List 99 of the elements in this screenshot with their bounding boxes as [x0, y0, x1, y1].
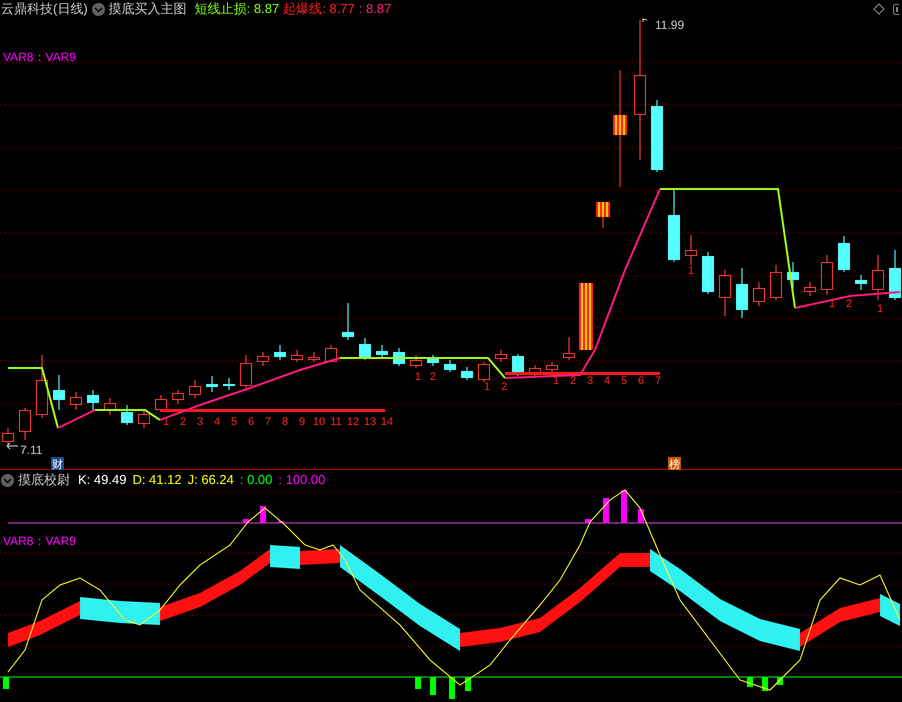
- candlestick: [308, 352, 320, 362]
- event-badge[interactable]: 财: [51, 457, 64, 470]
- candlestick: [685, 234, 697, 266]
- count-label: 6: [248, 416, 254, 428]
- breakout-line: [58, 409, 96, 429]
- low-marker-icon: [6, 442, 18, 450]
- candlestick: [804, 282, 816, 296]
- count-label: 7: [264, 416, 272, 428]
- count-label: 3: [196, 416, 204, 428]
- candlestick: [36, 354, 48, 418]
- stop-loss-line: [8, 367, 59, 428]
- candlestick: [702, 252, 714, 294]
- high-price-label: 11.99: [655, 18, 684, 32]
- high-marker-icon: [642, 18, 648, 22]
- indicator-value: J: 66.24: [188, 471, 234, 490]
- count-label: 1: [162, 416, 170, 428]
- candlestick: [121, 404, 133, 426]
- count-label: 5: [230, 416, 238, 428]
- candlestick: [257, 352, 269, 366]
- count-label: 1: [414, 371, 422, 383]
- candlestick: [427, 354, 439, 366]
- count-label: 11: [330, 416, 342, 428]
- candlestick: [478, 362, 490, 382]
- count-label: 2: [180, 416, 186, 428]
- candlestick: [855, 274, 867, 290]
- candlestick: [872, 254, 884, 300]
- candlestick: [104, 398, 116, 416]
- count-label: 13: [364, 416, 376, 428]
- candlestick: [461, 366, 473, 380]
- count-label: 1: [876, 303, 884, 315]
- count-label: 1: [688, 265, 694, 277]
- stock-title: 云鼎科技(日线): [1, 0, 88, 18]
- candlestick: [410, 354, 422, 368]
- count-label: 3: [586, 375, 594, 387]
- candlestick: [838, 236, 850, 272]
- count-label: 2: [570, 375, 576, 387]
- candlestick: [240, 354, 252, 388]
- indicator-value: D: 41.12: [132, 471, 182, 490]
- count-label: 10: [312, 416, 326, 428]
- count-label: 4: [214, 416, 220, 428]
- dropdown-icon[interactable]: [92, 2, 105, 16]
- candlestick: [206, 376, 218, 392]
- count-label: 4: [604, 375, 610, 387]
- count-label: 7: [654, 375, 662, 387]
- candlestick: [770, 264, 782, 300]
- count-label: 6: [638, 375, 644, 387]
- candlestick: [579, 282, 593, 350]
- indicator-name: 摸底校尉: [18, 471, 70, 490]
- candlestick: [596, 202, 610, 228]
- count-label: 1: [484, 381, 490, 393]
- candlestick: [736, 268, 748, 318]
- candlestick: [2, 428, 14, 446]
- candlestick: [889, 250, 901, 300]
- candlestick: [821, 254, 833, 296]
- indicator-value: : 8.87: [358, 0, 392, 18]
- candlestick: [342, 302, 354, 340]
- candlestick: [563, 336, 575, 360]
- candlestick: [70, 392, 82, 410]
- candlestick: [546, 362, 558, 374]
- count-label: 1: [828, 298, 836, 310]
- count-label: 14: [380, 416, 394, 428]
- candlestick: [87, 390, 99, 412]
- candlestick: [19, 408, 31, 440]
- count-label: 12: [346, 416, 360, 428]
- indicator-value: 起爆线: 8.77: [283, 0, 355, 18]
- indicator-value: : 100.00: [278, 471, 326, 490]
- dropdown-icon[interactable]: [1, 474, 14, 486]
- count-label: 5: [620, 375, 628, 387]
- legend-label: VAR8：VAR9: [3, 534, 76, 548]
- candlestick: [393, 348, 405, 366]
- stop-loss-line: [95, 409, 161, 421]
- legend-label: VAR8：VAR9: [3, 50, 76, 64]
- candlestick: [223, 378, 235, 390]
- candlestick: [376, 344, 388, 358]
- diamond-icon[interactable]: [873, 3, 885, 15]
- count-label: 2: [430, 371, 436, 383]
- count-label: 2: [846, 298, 852, 310]
- count-label: 1: [552, 375, 560, 387]
- indicator-value: K: 49.49: [78, 471, 126, 490]
- candlestick: [325, 344, 337, 362]
- count-label: 9: [298, 416, 306, 428]
- candlestick: [138, 410, 150, 428]
- count-label: 8: [282, 416, 288, 428]
- candlestick: [189, 380, 201, 398]
- candlestick: [753, 282, 765, 306]
- candlestick: [495, 350, 507, 362]
- candlestick: [444, 360, 456, 372]
- candlestick: [719, 270, 731, 316]
- panel-toggle-icon[interactable]: [893, 3, 899, 15]
- low-price-label: 7.11: [20, 443, 42, 457]
- candlestick: [291, 350, 303, 362]
- candlestick: [53, 374, 65, 410]
- event-badge[interactable]: 榜: [668, 457, 681, 470]
- indicator-value: 短线止损: 8.87: [194, 0, 280, 18]
- count-label: 2: [500, 381, 508, 393]
- indicator-name: 摸底买入主图: [108, 0, 187, 18]
- candlestick: [274, 344, 286, 360]
- indicator-value: : 0.00: [240, 471, 272, 490]
- candlestick: [172, 390, 184, 404]
